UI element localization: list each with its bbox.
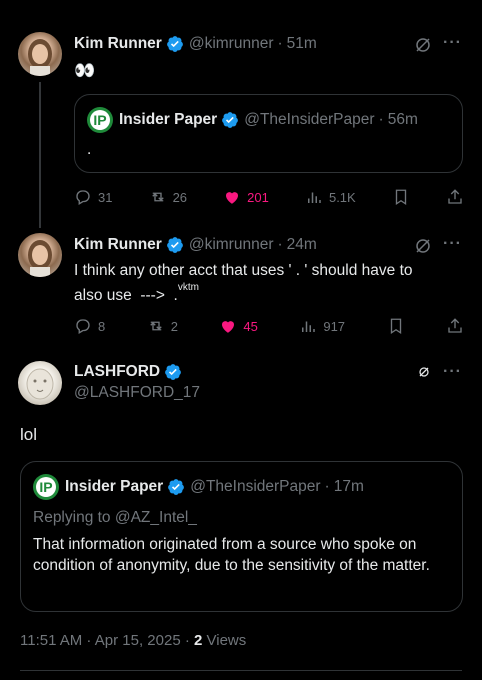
share-button[interactable] bbox=[446, 317, 464, 335]
verified-icon bbox=[166, 237, 183, 253]
tweet1-text: 👀 bbox=[74, 61, 96, 80]
grok-icon[interactable] bbox=[414, 237, 432, 255]
replying-to: Replying to @AZ_Intel_ bbox=[33, 509, 197, 526]
bookmark-button[interactable] bbox=[387, 317, 405, 335]
views-icon bbox=[302, 321, 316, 332]
bookmark-icon bbox=[390, 318, 401, 335]
quote-time: 56m bbox=[387, 111, 418, 128]
quote-author-name: Insider Paper bbox=[119, 111, 218, 128]
share-icon bbox=[448, 318, 462, 333]
insider-paper-logo: IP bbox=[33, 474, 59, 500]
separator: · bbox=[324, 478, 330, 495]
quote-text: That information originated from a sourc… bbox=[33, 536, 430, 574]
bookmark-button[interactable] bbox=[392, 188, 410, 206]
author-handle[interactable]: @LASHFORD_17 bbox=[74, 384, 200, 402]
quote-author-name: Insider Paper bbox=[65, 478, 164, 495]
reply-icon bbox=[76, 319, 90, 334]
reply-count: 8 bbox=[98, 318, 106, 334]
tweet2-actions: 8 2 45 917 bbox=[74, 317, 464, 335]
reply-icon bbox=[76, 190, 90, 205]
author-name[interactable]: Kim Runner bbox=[74, 35, 162, 53]
quote-time: 17m bbox=[333, 478, 364, 495]
tweet2-text-line2-main: also use ---> . bbox=[74, 287, 178, 305]
quote-author-handle: @TheInsiderPaper bbox=[190, 478, 321, 495]
tweet1-actions: 31 26 201 5.1K bbox=[74, 188, 464, 206]
verified-icon bbox=[222, 112, 239, 128]
avatar-image bbox=[28, 39, 52, 76]
tweet3-text: lol bbox=[20, 425, 38, 444]
repost-icon bbox=[149, 321, 162, 331]
reply-button[interactable]: 31 bbox=[74, 188, 112, 206]
separator: · bbox=[378, 111, 384, 128]
repost-count: 2 bbox=[170, 318, 178, 334]
quote-author-handle: @TheInsiderPaper bbox=[244, 111, 375, 128]
author-name[interactable]: LASHFORD bbox=[74, 363, 160, 381]
thread-line bbox=[39, 82, 41, 228]
quote-tweet-1[interactable]: IP Insider Paper @TheInsiderPaper · 56m … bbox=[74, 94, 463, 173]
tweet3-name-row: LASHFORD bbox=[74, 363, 200, 381]
repost-count: 26 bbox=[172, 189, 188, 205]
avatar-kim-runner[interactable] bbox=[18, 233, 62, 277]
like-button[interactable]: 201 bbox=[223, 188, 269, 206]
quote-tweet-2[interactable]: IP Insider Paper @TheInsiderPaper · 17m … bbox=[20, 461, 463, 612]
like-button[interactable]: 45 bbox=[219, 317, 258, 335]
views-label: Views bbox=[202, 632, 247, 649]
tweet2-header: Kim Runner @kimrunner · 24m bbox=[74, 236, 317, 254]
tweet2-text: I think any other acct that uses ' . ' s… bbox=[74, 260, 464, 306]
more-icon[interactable]: ··· bbox=[443, 235, 462, 253]
tweet2-text-line2: also use ---> .vktm bbox=[74, 281, 464, 306]
verified-icon bbox=[166, 36, 183, 52]
view-count: 917 bbox=[323, 318, 346, 334]
views-button[interactable]: 5.1K bbox=[305, 188, 356, 206]
quote2-header: IP Insider Paper @TheInsiderPaper · 17m bbox=[33, 474, 364, 500]
view-count: 5.1K bbox=[328, 189, 356, 205]
share-button[interactable] bbox=[446, 188, 464, 206]
tweet-time[interactable]: 51m bbox=[287, 35, 317, 53]
repost-button[interactable]: 2 bbox=[147, 317, 178, 335]
insider-paper-logo: IP bbox=[87, 107, 113, 133]
more-icon[interactable]: ··· bbox=[443, 34, 462, 52]
tweet2-superscript: vktm bbox=[177, 282, 199, 293]
like-count: 45 bbox=[243, 318, 258, 334]
repost-icon bbox=[151, 192, 164, 202]
tweet3-author: LASHFORD @LASHFORD_17 bbox=[74, 363, 200, 402]
author-handle[interactable]: @kimrunner bbox=[189, 35, 274, 53]
grok-icon[interactable] bbox=[418, 366, 430, 378]
avatar-image bbox=[28, 240, 52, 277]
tweet2-text-line1: I think any other acct that uses ' . ' s… bbox=[74, 262, 413, 279]
separator: · bbox=[277, 236, 283, 253]
author-handle[interactable]: @kimrunner bbox=[189, 236, 274, 254]
repost-button[interactable]: 26 bbox=[149, 188, 187, 206]
views-button[interactable]: 917 bbox=[299, 317, 345, 335]
bookmark-icon bbox=[395, 189, 407, 206]
avatar-kim-runner[interactable] bbox=[18, 32, 62, 76]
quote1-header: IP Insider Paper @TheInsiderPaper · 56m bbox=[87, 107, 418, 133]
quote-text: . bbox=[87, 141, 92, 158]
avatar-image bbox=[26, 368, 54, 400]
like-icon bbox=[222, 321, 235, 333]
reply-count: 31 bbox=[98, 189, 113, 205]
tweet-timestamp-row: 11:51 AM · Apr 15, 2025 · 2 Views bbox=[20, 632, 246, 649]
tweet1-header: Kim Runner @kimrunner · 51m bbox=[74, 35, 317, 53]
grok-icon[interactable] bbox=[414, 36, 432, 54]
share-icon bbox=[448, 189, 462, 204]
separator: · bbox=[277, 35, 283, 52]
reply-button[interactable]: 8 bbox=[74, 317, 105, 335]
tweet-timestamp[interactable]: 11:51 AM · Apr 15, 2025 · bbox=[20, 632, 194, 649]
avatar-lashford[interactable] bbox=[18, 361, 62, 405]
verified-icon bbox=[165, 364, 181, 380]
tweet-time[interactable]: 24m bbox=[287, 236, 317, 254]
like-icon bbox=[226, 192, 239, 204]
author-name[interactable]: Kim Runner bbox=[74, 236, 162, 254]
like-count: 201 bbox=[247, 189, 269, 205]
divider bbox=[20, 670, 462, 671]
views-icon bbox=[307, 192, 321, 203]
more-icon[interactable]: ··· bbox=[443, 363, 462, 381]
verified-icon bbox=[168, 479, 185, 495]
